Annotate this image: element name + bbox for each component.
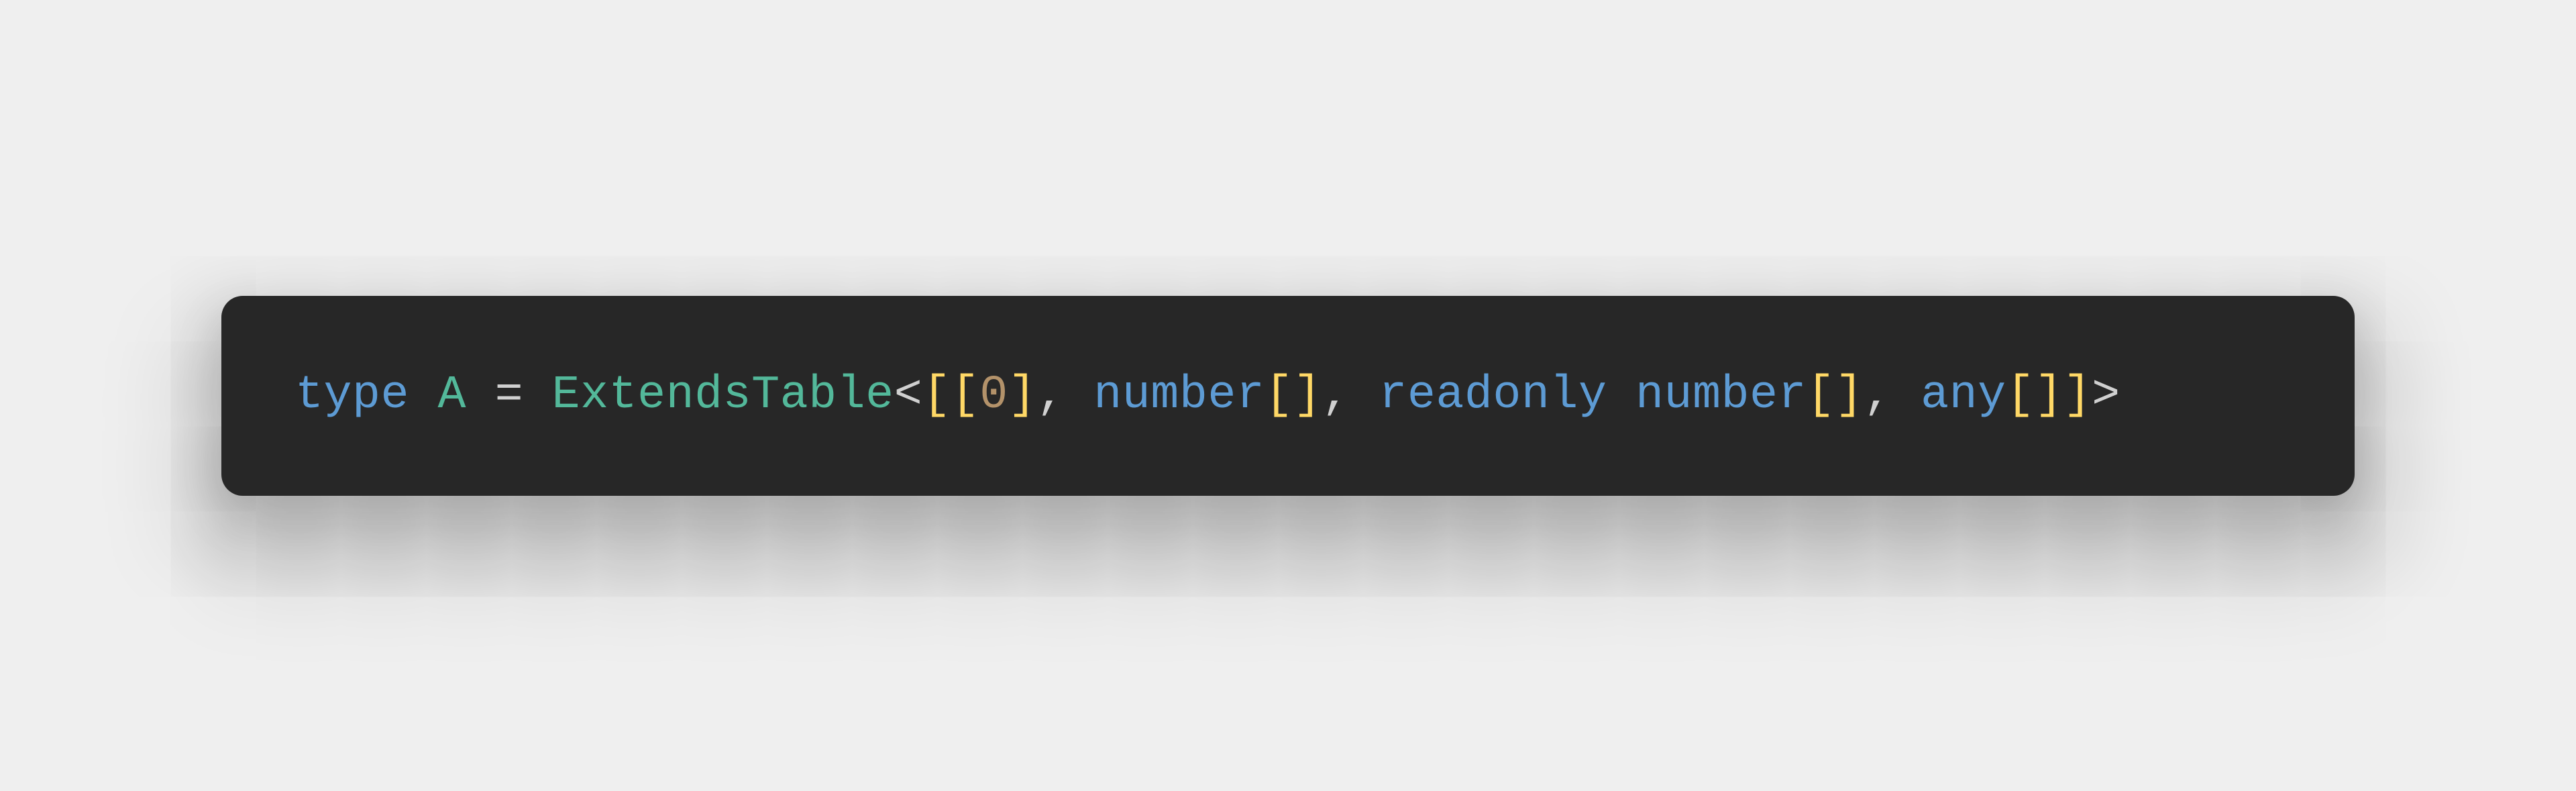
code-token: number [1635,369,1807,422]
code-token [1065,369,1094,422]
code-token [1350,369,1379,422]
code-token [466,369,495,422]
code-token: , [1864,369,1892,422]
code-token: any [1921,369,2006,422]
code-token: readonly [1379,369,1607,422]
code-token: [] [1807,369,1864,422]
code-token: ] [1008,369,1037,422]
code-token [409,369,438,422]
code-token: 0 [979,369,1008,422]
code-token [1607,369,1635,422]
code-token: [] [1265,369,1322,422]
code-token: < [894,369,923,422]
code-token: , [1322,369,1350,422]
code-token: [[ [922,369,979,422]
code-token: , [1036,369,1065,422]
code-token: []] [2006,369,2092,422]
code-token: A [438,369,467,422]
code-token [523,369,552,422]
code-token: type [295,369,409,422]
code-token: = [495,369,524,422]
code-token [1892,369,1921,422]
code-token: ExtendsTable [552,369,894,422]
code-line: type A = ExtendsTable<[[0], number[], re… [295,363,2281,429]
code-token: number [1093,369,1265,422]
code-token: > [2092,369,2121,422]
code-block: type A = ExtendsTable<[[0], number[], re… [221,296,2355,496]
